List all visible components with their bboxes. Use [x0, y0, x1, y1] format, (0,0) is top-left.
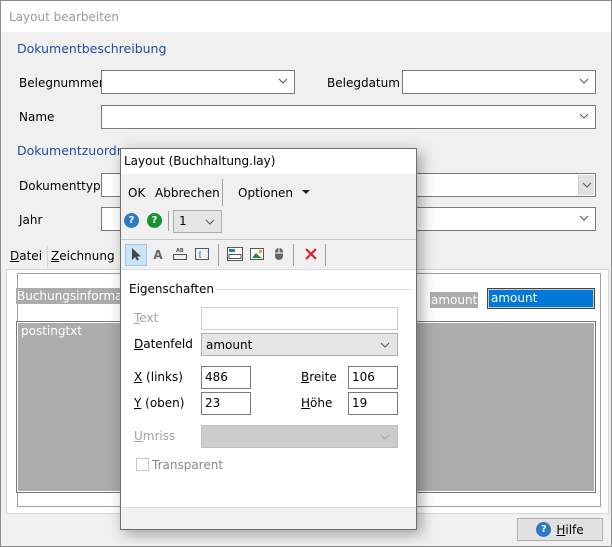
options-dropdown-icon[interactable]: [301, 186, 311, 200]
cancel-button[interactable]: Abbrechen: [155, 186, 220, 200]
datenfeld-mnemonic: D: [134, 337, 144, 351]
properties-legend: Eigenschaften: [129, 282, 217, 296]
chevron-down-icon: [379, 431, 391, 446]
pointer-tool[interactable]: [125, 244, 147, 266]
chevron-down-icon: [578, 110, 590, 122]
chevron-down-icon: [379, 339, 391, 354]
umriss-mnemonic: U: [134, 429, 143, 443]
delete-icon: [305, 247, 317, 263]
transparent-checkbox[interactable]: [136, 458, 149, 471]
umriss-label: Umriss: [134, 429, 175, 443]
field-icon: AB: [172, 247, 188, 264]
belegdatum-label: Belegdatum: [327, 76, 400, 90]
help-button[interactable]: ? Hilfe: [517, 518, 603, 541]
help-rest: ilfe: [565, 522, 584, 537]
toolbar-separator: [222, 179, 223, 206]
amount-field-selected[interactable]: amount: [487, 288, 595, 309]
breite-mnemonic: B: [301, 370, 310, 384]
datenfeld-label: Datenfeld: [134, 337, 193, 351]
tool-palette: A AB [ ]: [121, 239, 416, 269]
chevron-down-icon: [578, 212, 590, 224]
belegnummer-label: Belegnummer: [19, 76, 104, 90]
question-icon: ?: [536, 522, 552, 537]
toolbar-separator: [168, 211, 169, 231]
name-label: Name: [19, 110, 55, 124]
chevron-down-icon: [204, 216, 216, 231]
hoehe-rest: öhe: [310, 396, 333, 410]
y-input[interactable]: 23: [201, 392, 251, 415]
layout-dialog: Layout (Buchhaltung.lay) OK Abbrechen Op…: [120, 148, 417, 530]
field-tool[interactable]: AB: [169, 244, 191, 266]
text-icon: A: [153, 248, 163, 262]
jahr-label: Jahr: [19, 213, 43, 227]
datenfeld-value: amount: [206, 338, 253, 352]
chevron-down-icon: [277, 75, 289, 87]
svg-text:AB: AB: [176, 248, 184, 254]
image-icon: [250, 247, 264, 263]
chevron-down-icon: [578, 175, 594, 195]
amount-label[interactable]: amount: [430, 292, 479, 308]
toolbar-separator: [293, 244, 294, 266]
svg-text:[ ]: [ ]: [198, 251, 209, 259]
help-green-question-icon[interactable]: ?: [147, 213, 162, 228]
bracket-field-tool[interactable]: [ ]: [191, 244, 213, 266]
datenfeld-select[interactable]: amount: [201, 333, 398, 356]
hoehe-input[interactable]: 19: [348, 392, 398, 415]
y-label: Y (oben): [134, 396, 184, 410]
pointer-icon: [130, 247, 142, 264]
breite-rest: reite: [309, 370, 337, 384]
delete-tool[interactable]: [300, 244, 322, 266]
toolbar-separator: [218, 244, 219, 266]
frame-icon: [227, 246, 243, 264]
dialog-footer: [121, 507, 416, 529]
chevron-down-icon: [578, 75, 590, 87]
hoehe-mnemonic: H: [301, 396, 311, 410]
belegdatum-combo[interactable]: [402, 70, 596, 94]
umriss-rest: mriss: [142, 429, 176, 443]
toolbar-separator: [325, 244, 326, 266]
tab-zeichnung-mnemonic: Z: [51, 249, 60, 263]
x-input[interactable]: 486: [201, 366, 251, 389]
datenfeld-rest: atenfeld: [143, 337, 193, 351]
belegnummer-combo[interactable]: [101, 70, 295, 94]
y-rest: (oben): [141, 396, 185, 410]
window-title: Layout bearbeiten: [1, 1, 611, 32]
text-tool[interactable]: A: [147, 244, 169, 266]
section-document-description: Dokumentbeschreibung: [17, 41, 167, 56]
name-combo[interactable]: [101, 105, 596, 129]
dialog-title: Layout (Buchhaltung.lay): [121, 149, 416, 174]
mouse-icon: [274, 247, 284, 264]
breite-input[interactable]: 106: [348, 366, 398, 389]
text-label: Text: [134, 311, 158, 325]
hoehe-label: Höhe: [301, 396, 332, 410]
page-select-value: 1: [179, 214, 187, 228]
dokumenttyp-label: Dokumenttyp: [19, 179, 101, 193]
tab-datei[interactable]: Datei: [5, 246, 49, 268]
x-rest: (links): [142, 370, 183, 384]
ok-button[interactable]: OK: [128, 186, 145, 200]
x-mnemonic: X: [134, 370, 143, 384]
options-menu-button[interactable]: Optionen: [238, 186, 293, 200]
tab-zeichnung-label: eichnung: [59, 249, 115, 263]
tab-datei-label: atei: [19, 249, 43, 263]
umriss-select[interactable]: [201, 425, 398, 448]
tab-datei-mnemonic: D: [10, 249, 20, 263]
text-rest: ext: [139, 311, 159, 325]
mouse-tool[interactable]: [268, 244, 290, 266]
properties-group-border: [207, 289, 412, 290]
frame-tool[interactable]: [224, 244, 246, 266]
bracket-field-icon: [ ]: [195, 247, 211, 263]
help-blue-question-icon[interactable]: ?: [124, 213, 139, 228]
postingtxt-label: postingtxt: [21, 324, 82, 338]
breite-label: Breite: [301, 370, 337, 384]
help-button-label: Hilfe: [556, 523, 583, 537]
image-tool[interactable]: [246, 244, 268, 266]
page-select[interactable]: 1: [173, 210, 222, 233]
transparent-label: Transparent: [152, 458, 224, 472]
text-input[interactable]: [201, 307, 398, 330]
tab-zeichnung[interactable]: Zeichnung: [46, 246, 121, 268]
x-label: X (links): [134, 370, 183, 384]
